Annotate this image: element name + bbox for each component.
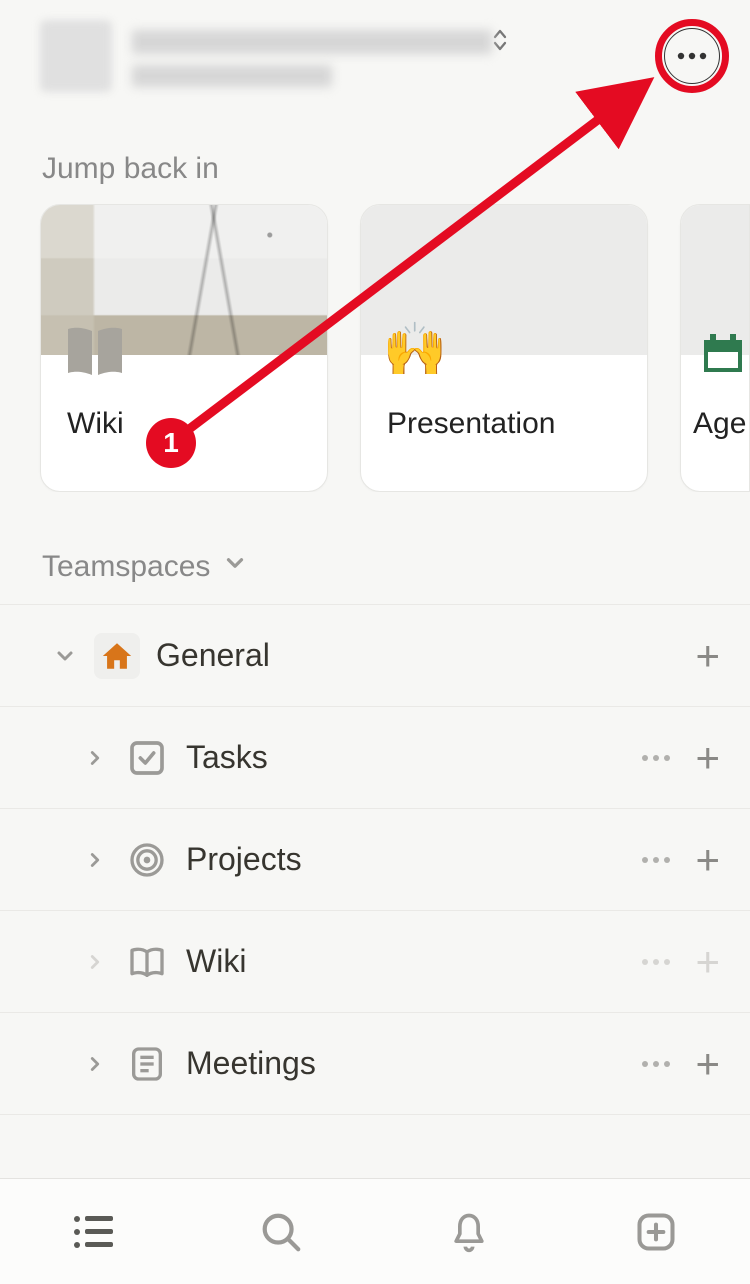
page-label: Projects <box>186 841 625 878</box>
nav-search-icon[interactable] <box>253 1204 309 1260</box>
page-wiki[interactable]: Wiki + <box>0 911 750 1013</box>
recent-card-agenda[interactable]: Age <box>680 204 750 492</box>
target-icon <box>124 837 170 883</box>
document-icon <box>124 1041 170 1087</box>
add-subpage-button[interactable]: + <box>695 734 720 782</box>
recent-card-wiki[interactable]: Wiki <box>40 204 328 492</box>
chevron-right-icon[interactable] <box>82 849 108 871</box>
chevron-down-icon <box>222 550 248 584</box>
jump-back-in-cards: Wiki 🙌 Presentation Age <box>0 204 750 492</box>
add-subpage-button[interactable]: + <box>695 938 720 986</box>
more-icon[interactable] <box>641 749 671 767</box>
chevron-right-icon[interactable] <box>82 951 108 973</box>
workspace-header <box>0 0 750 102</box>
card-title: Presentation <box>387 407 621 441</box>
add-page-button[interactable]: + <box>695 632 720 680</box>
book-open-icon <box>124 939 170 985</box>
card-title: Age <box>693 407 749 441</box>
page-label: Meetings <box>186 1045 625 1082</box>
add-subpage-button[interactable]: + <box>695 836 720 884</box>
teamspaces-label: Teamspaces <box>42 550 210 584</box>
chevron-down-icon[interactable] <box>52 644 78 668</box>
workspace-switcher-icon[interactable] <box>490 26 510 59</box>
nav-home-list-icon[interactable] <box>66 1204 122 1260</box>
more-options-button[interactable] <box>664 28 720 84</box>
nav-new-page-icon[interactable] <box>628 1204 684 1260</box>
page-meetings[interactable]: Meetings + <box>0 1013 750 1115</box>
add-subpage-button[interactable]: + <box>695 1040 720 1088</box>
nav-notifications-icon[interactable] <box>441 1204 497 1260</box>
chevron-right-icon[interactable] <box>82 1053 108 1075</box>
teamspace-general[interactable]: General + <box>0 605 750 707</box>
page-label: Tasks <box>186 739 625 776</box>
teamspaces-toggle[interactable]: Teamspaces <box>0 492 750 604</box>
raising-hands-icon: 🙌 <box>383 317 447 381</box>
calendar-icon <box>691 321 750 385</box>
more-icon[interactable] <box>641 953 671 971</box>
page-tree: General + Tasks + Projects <box>0 604 750 1115</box>
page-label: Wiki <box>186 943 625 980</box>
page-tasks[interactable]: Tasks + <box>0 707 750 809</box>
teamspace-label: General <box>156 637 679 674</box>
house-icon <box>94 633 140 679</box>
book-icon <box>63 321 127 385</box>
bottom-nav <box>0 1178 750 1284</box>
more-icon[interactable] <box>641 1055 671 1073</box>
jump-back-in-title: Jump back in <box>0 102 750 204</box>
check-square-icon <box>124 735 170 781</box>
workspace-title-block[interactable] <box>132 26 644 87</box>
recent-card-presentation[interactable]: 🙌 Presentation <box>360 204 648 492</box>
workspace-avatar[interactable] <box>40 20 112 92</box>
page-projects[interactable]: Projects + <box>0 809 750 911</box>
chevron-right-icon[interactable] <box>82 747 108 769</box>
more-icon[interactable] <box>641 851 671 869</box>
card-title: Wiki <box>67 407 301 441</box>
